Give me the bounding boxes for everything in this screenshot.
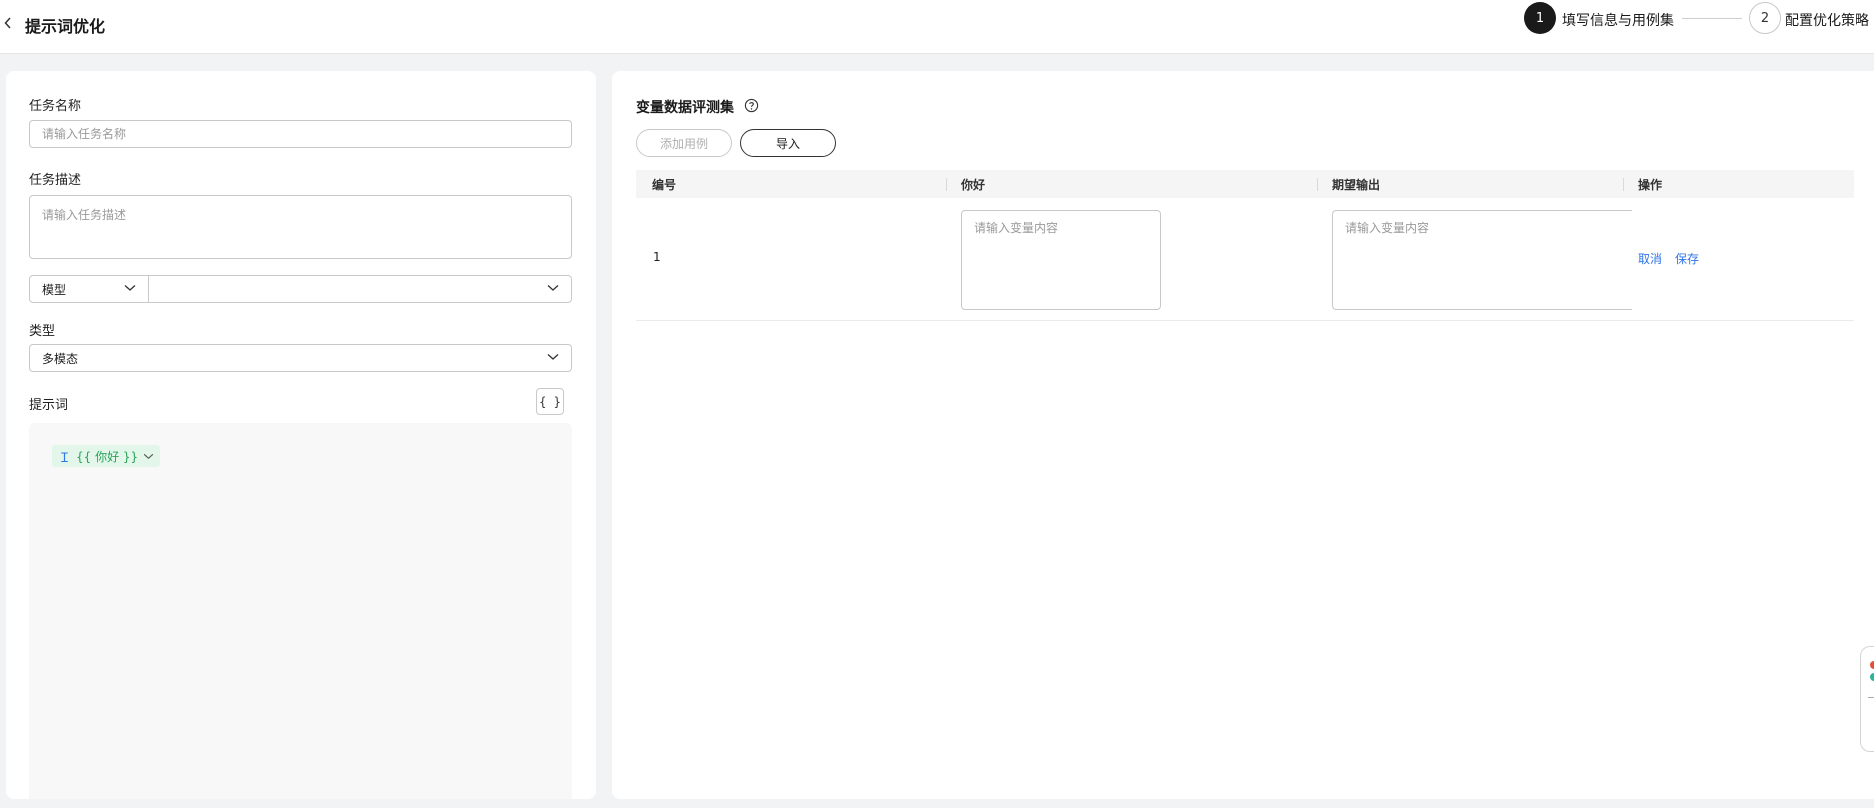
variable-tag-label: {{ 你好 }}	[76, 449, 139, 464]
column-divider	[1623, 178, 1624, 191]
chevron-down-icon	[143, 453, 154, 459]
model-select[interactable]	[148, 275, 572, 303]
cancel-row-button[interactable]: 取消	[1638, 250, 1662, 267]
variable-value-input[interactable]	[961, 210, 1161, 310]
top-bar: 提示词优化 1 填写信息与用例集 2 配置优化策略	[0, 0, 1874, 54]
step-1-label[interactable]: 填写信息与用例集	[1562, 10, 1674, 30]
table-header: 编号 你好 期望输出 操作	[636, 170, 1854, 198]
widget-dot-icon	[1870, 673, 1874, 681]
type-select[interactable]: 多模态	[29, 344, 572, 372]
insert-variable-button[interactable]: { }	[536, 388, 564, 415]
dataset-panel: 变量数据评测集 添加用例 导入 编号 你好 期望输出 操作 1 取消 保存	[612, 71, 1874, 799]
chevron-down-icon	[124, 285, 136, 291]
expected-output-input[interactable]	[1332, 210, 1632, 310]
variable-tag[interactable]: Ｉ {{ 你好 }}	[52, 445, 161, 467]
prompt-label: 提示词	[29, 398, 69, 413]
chevron-left-icon	[4, 17, 11, 29]
type-select-value: 多模态	[42, 351, 79, 366]
row-number: 1	[653, 250, 661, 264]
page-title: 提示词优化	[25, 17, 106, 36]
column-divider	[1317, 178, 1318, 191]
model-type-select[interactable]: 模型	[29, 275, 149, 303]
column-header-variable: 你好	[961, 178, 986, 192]
floating-assistant-widget[interactable]	[1860, 646, 1874, 752]
prompt-editor[interactable]: Ｉ {{ 你好 }}	[29, 423, 572, 799]
column-divider	[946, 178, 947, 191]
column-header-number: 编号	[652, 178, 677, 192]
task-desc-label: 任务描述	[29, 173, 82, 188]
type-label: 类型	[29, 324, 56, 339]
step-2-indicator[interactable]: 2	[1749, 2, 1781, 34]
save-row-button[interactable]: 保存	[1675, 250, 1699, 267]
dataset-title: 变量数据评测集	[636, 100, 734, 116]
step-2-label[interactable]: 配置优化策略	[1785, 10, 1874, 30]
help-circle-icon[interactable]	[744, 98, 759, 113]
task-name-input[interactable]	[29, 120, 572, 148]
model-type-select-value: 模型	[42, 282, 67, 297]
add-case-button[interactable]: 添加用例	[636, 129, 732, 157]
chevron-down-icon	[547, 354, 559, 360]
step-connector	[1682, 18, 1742, 19]
widget-divider	[1868, 697, 1874, 698]
task-name-label: 任务名称	[29, 99, 82, 114]
table-row: 1 取消 保存	[636, 198, 1854, 321]
widget-dot-icon	[1870, 661, 1874, 669]
import-button[interactable]: 导入	[740, 129, 836, 157]
column-header-expected: 期望输出	[1332, 178, 1381, 192]
column-header-actions: 操作	[1638, 178, 1663, 192]
back-button[interactable]	[0, 12, 16, 34]
step-1-indicator[interactable]: 1	[1524, 2, 1556, 34]
text-type-icon: Ｉ	[58, 450, 72, 466]
task-form-panel: 任务名称 任务描述 模型 类型 多模态 提示词 { } Ｉ {{ 你好 }}	[6, 71, 596, 799]
task-desc-input[interactable]	[29, 195, 572, 259]
chevron-down-icon	[547, 285, 559, 291]
